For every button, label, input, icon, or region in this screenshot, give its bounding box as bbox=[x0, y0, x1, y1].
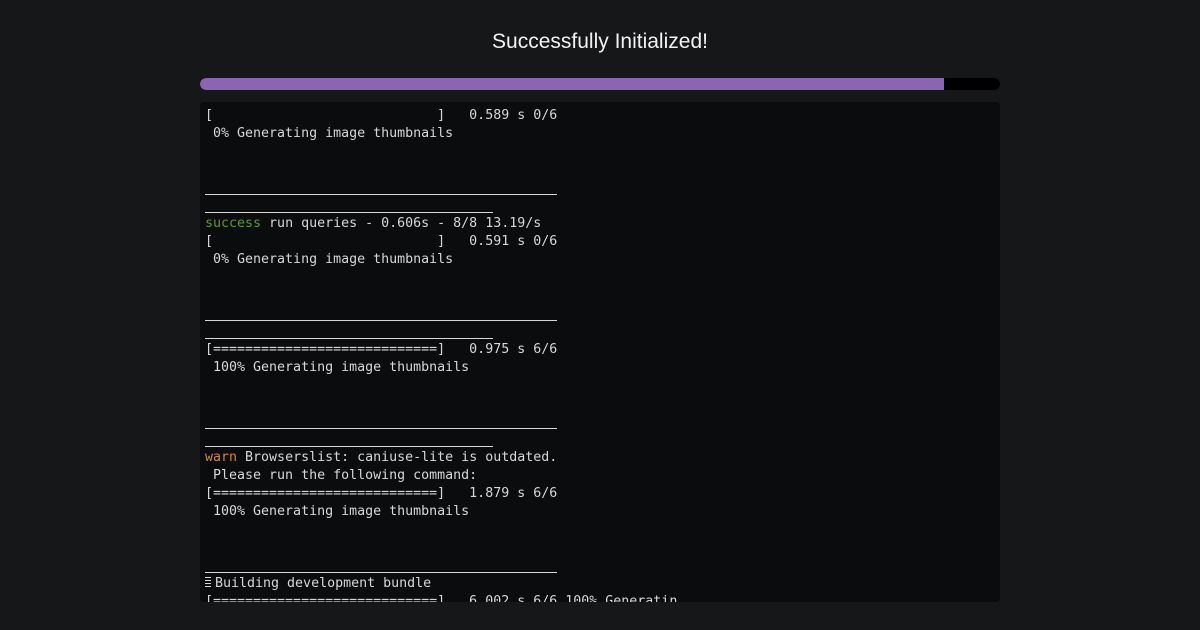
terminal-line: [ ] 0.591 s 0/6 bbox=[205, 234, 558, 249]
terminal-output[interactable]: [ ] 0.589 s 0/6 0% Generating image thum… bbox=[200, 102, 1000, 602]
terminal-line-text: Building development bundle bbox=[215, 576, 432, 591]
terminal-rule bbox=[205, 323, 1000, 341]
terminal-line-text: run queries - 0.606s - 8/8 13.19/s bbox=[261, 216, 542, 231]
terminal-rule bbox=[205, 197, 1000, 215]
terminal-log: [ ] 0.589 s 0/6 0% Generating image thum… bbox=[205, 107, 1000, 602]
terminal-line: Please run the following command: bbox=[205, 468, 478, 483]
warn-label: warn bbox=[205, 450, 238, 465]
terminal-success-line: success run queries - 0.606s - 8/8 13.19… bbox=[205, 215, 1000, 233]
page-title: Successfully Initialized! bbox=[492, 30, 708, 53]
terminal-line: 0% Generating image thumbnails bbox=[205, 126, 454, 141]
terminal-rule bbox=[205, 179, 1000, 197]
progress-bar bbox=[200, 78, 1000, 90]
progress-bar-fill bbox=[200, 78, 944, 90]
terminal-rule bbox=[205, 557, 1000, 575]
building-icon bbox=[205, 577, 211, 588]
terminal-line: Building development bundle bbox=[205, 575, 1000, 593]
terminal-line: [============================] 1.879 s 6… bbox=[205, 486, 558, 501]
terminal-rule bbox=[205, 413, 1000, 431]
terminal-line-text: Browserslist: caniuse-lite is outdated. bbox=[237, 450, 558, 465]
terminal-rule bbox=[205, 431, 1000, 449]
terminal-line: 0% Generating image thumbnails bbox=[205, 252, 454, 267]
terminal-line: 100% Generating image thumbnails bbox=[205, 504, 470, 519]
success-label: success bbox=[205, 216, 262, 231]
terminal-line: [ ] 0.589 s 0/6 bbox=[205, 108, 558, 123]
terminal-line: [============================] 6.002 s 6… bbox=[205, 594, 678, 602]
terminal-line: 100% Generating image thumbnails bbox=[205, 360, 470, 375]
terminal-warn-line: warn Browserslist: caniuse-lite is outda… bbox=[205, 449, 1000, 467]
terminal-line: [============================] 0.975 s 6… bbox=[205, 342, 558, 357]
terminal-rule bbox=[205, 305, 1000, 323]
